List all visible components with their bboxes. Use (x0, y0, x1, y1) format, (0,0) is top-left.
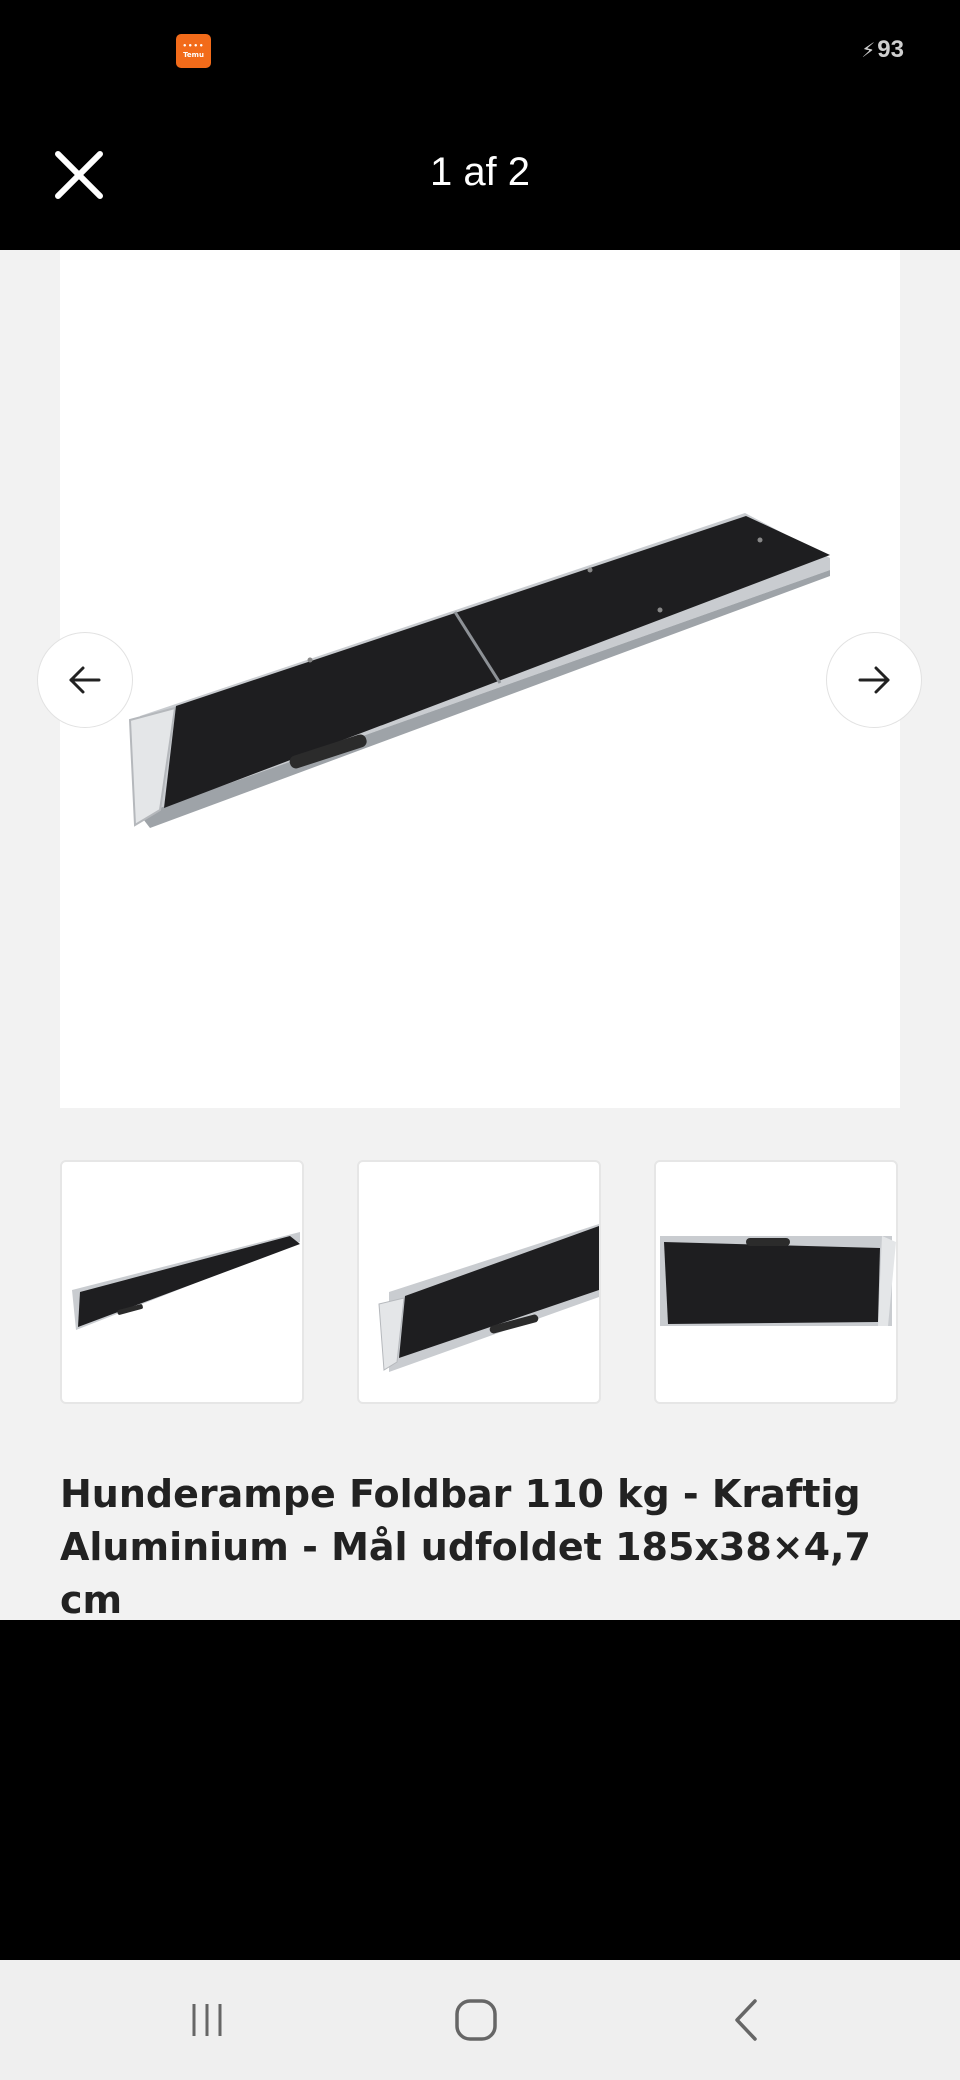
recents-icon (192, 2004, 222, 2036)
temu-app-icon: •••• Temu (176, 34, 211, 68)
main-product-image[interactable] (60, 250, 900, 1108)
system-navigation-bar (0, 1960, 960, 2080)
thumbnail-strip (60, 1160, 900, 1404)
ramp-closeup-thumbnail (378, 1224, 599, 1372)
status-bar: •••• Temu ⚡︎ 93 (0, 0, 960, 100)
previous-image-button[interactable] (37, 632, 133, 728)
thumbnail-3[interactable] (654, 1160, 898, 1404)
back-icon (735, 1999, 757, 2041)
battery-indicator: ⚡︎ 93 (861, 36, 904, 64)
back-button[interactable] (712, 1990, 782, 2050)
temu-app-icon-label: Temu (183, 51, 204, 59)
recents-button[interactable] (172, 1990, 242, 2050)
ramp-folded-thumbnail (660, 1236, 896, 1326)
charging-icon: ⚡︎ (861, 39, 876, 62)
home-icon (455, 1999, 497, 2041)
ramp-unfolded-thumbnail (72, 1232, 300, 1330)
next-image-button[interactable] (826, 632, 922, 728)
thumbnail-1[interactable] (60, 1160, 304, 1404)
arrow-left-icon (69, 666, 101, 694)
home-button[interactable] (441, 1990, 511, 2050)
viewer-header: 1 af 2 (0, 100, 960, 250)
thumbnail-2[interactable] (357, 1160, 601, 1404)
product-title: Hunderampe Foldbar 110 kg - Kraftig Alum… (60, 1472, 871, 1620)
battery-level: 93 (877, 36, 904, 63)
folding-dog-ramp-image (128, 513, 830, 828)
arrow-right-icon (858, 666, 890, 694)
product-viewer: Hunderampe Foldbar 110 kg - Kraftig Alum… (0, 250, 960, 1620)
page-counter: 1 af 2 (429, 150, 531, 194)
